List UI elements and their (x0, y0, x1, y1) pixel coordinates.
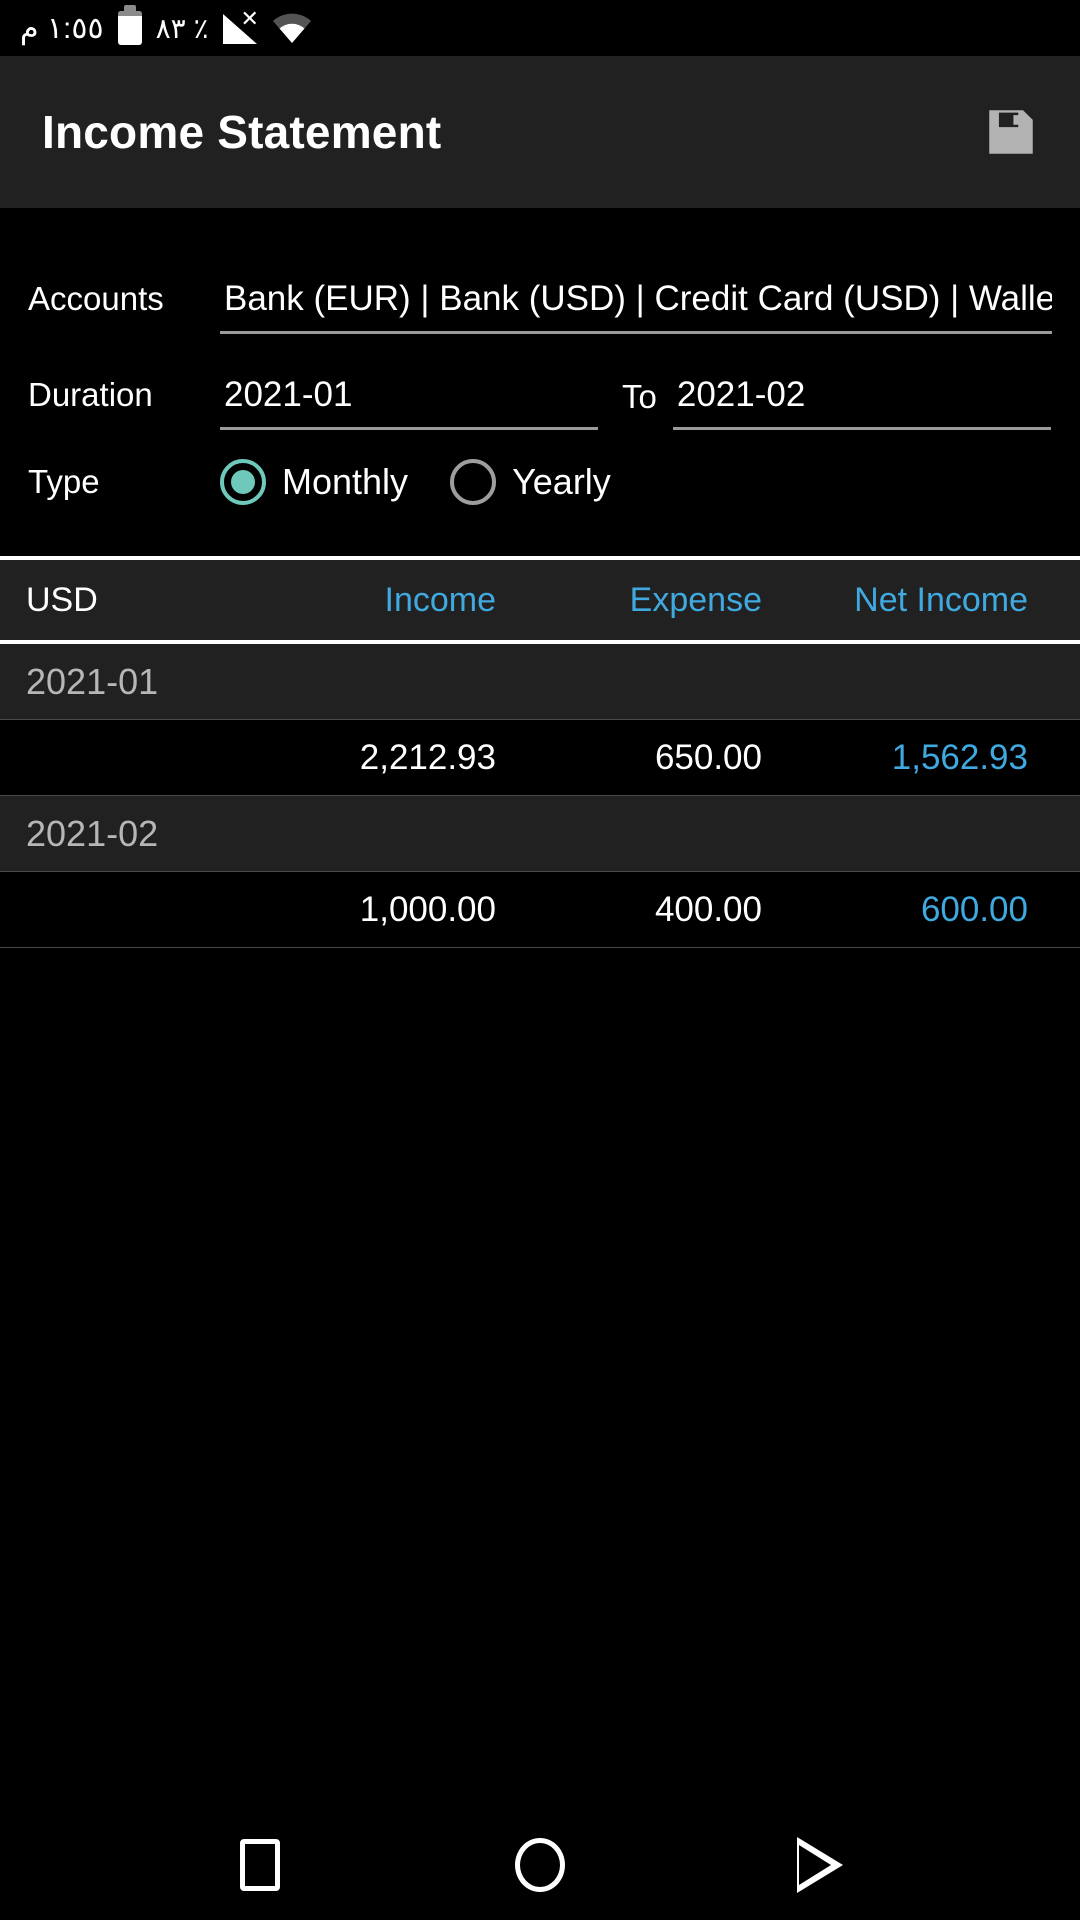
radio-option-yearly[interactable]: Yearly (450, 459, 611, 505)
group-period-label: 2021-01 (26, 660, 159, 702)
duration-from-input[interactable]: 2021-01 (220, 375, 598, 430)
group-header-row: 2021-01 (0, 644, 1080, 720)
status-bar: ١:٥٥ م ٪ ٨٣ ✕ (0, 0, 1080, 56)
accounts-input[interactable]: Bank (EUR) | Bank (USD) | Credit Card (U… (220, 279, 1052, 334)
cell-expense: 400.00 (654, 889, 762, 929)
android-nav-bar (0, 1810, 1080, 1920)
table-row[interactable]: 1,000.00 400.00 600.00 (0, 872, 1080, 948)
triangle-back-icon[interactable] (765, 1825, 875, 1905)
signal-x-mark: ✕ (240, 6, 259, 31)
column-header-income[interactable]: Income (256, 581, 522, 620)
circle-home-icon[interactable] (485, 1825, 595, 1905)
type-radio-group: Monthly Yearly (220, 459, 653, 505)
cell-income: 1,000.00 (359, 889, 496, 929)
column-header-currency: USD (26, 580, 98, 619)
screen-root: ١:٥٥ م ٪ ٨٣ ✕ Income Statement Accounts … (0, 0, 1080, 1920)
group-header-row: 2021-02 (0, 796, 1080, 872)
filter-form: Accounts Bank (EUR) | Bank (USD) | Credi… (0, 208, 1080, 556)
radio-yearly-icon[interactable] (450, 459, 497, 505)
radio-monthly-icon[interactable] (220, 459, 266, 505)
column-header-net-income[interactable]: Net Income (788, 581, 1054, 620)
group-period-label: 2021-02 (26, 812, 159, 854)
cell-net-income: 1,562.93 (891, 737, 1028, 777)
to-label: To (622, 378, 657, 415)
wifi-icon (272, 13, 311, 43)
type-label: Type (28, 463, 100, 500)
save-floppy-icon[interactable] (982, 103, 1040, 161)
duration-to-input[interactable]: 2021-02 (672, 375, 1051, 430)
status-clock: ١:٥٥ م (20, 11, 104, 45)
type-row: Type Monthly Yearly (28, 430, 1052, 534)
square-recents-icon[interactable] (205, 1825, 315, 1905)
cell-income: 2,212.93 (359, 737, 496, 777)
empty-list-area (0, 948, 1080, 1810)
battery-percent-label: ٪ ٨٣ (155, 12, 209, 44)
column-header-expense[interactable]: Expense (522, 581, 788, 620)
cell-net-income: 600.00 (920, 889, 1028, 929)
app-bar: Income Statement (0, 56, 1080, 208)
page-title: Income Statement (42, 106, 442, 158)
radio-yearly-label: Yearly (512, 461, 611, 502)
table-row[interactable]: 2,212.93 650.00 1,562.93 (0, 720, 1080, 796)
cell-expense: 650.00 (654, 737, 762, 777)
duration-label: Duration (28, 376, 153, 413)
radio-monthly-label: Monthly (282, 461, 409, 502)
no-sim-signal-icon: ✕ (222, 6, 259, 44)
radio-option-monthly[interactable]: Monthly (220, 459, 408, 505)
battery-icon (117, 5, 142, 45)
accounts-row: Accounts Bank (EUR) | Bank (USD) | Credi… (28, 238, 1052, 334)
accounts-label: Accounts (28, 280, 164, 317)
duration-row: Duration 2021-01 To 2021-02 (28, 334, 1052, 430)
table-header-row: USD Income Expense Net Income (0, 556, 1080, 644)
